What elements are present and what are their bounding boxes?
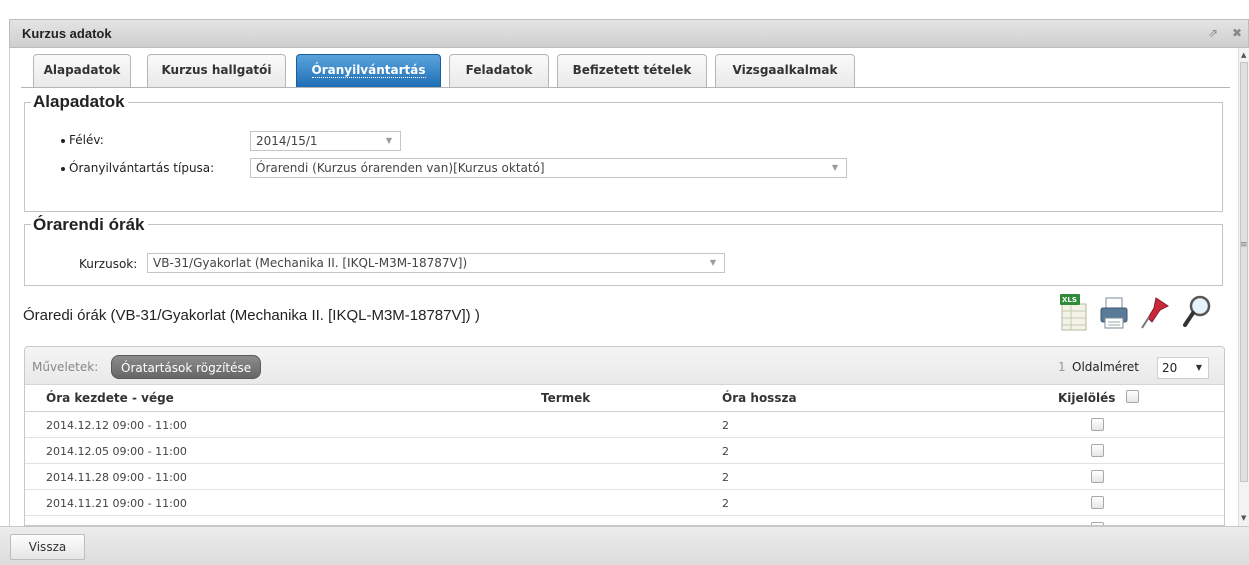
dialog-footer: Vissza: [0, 526, 1249, 565]
scrollbar-thumb[interactable]: [1240, 62, 1248, 482]
row-checkbox[interactable]: [1091, 470, 1104, 483]
tab-oranyilvantartas[interactable]: Óranyilvántartás: [296, 54, 441, 87]
table-row: 2014.11.28 09:00 - 11:00 2: [25, 464, 1224, 490]
felev-select[interactable]: 2014/15/1 ▼: [250, 131, 401, 151]
operations-label: Műveletek:: [32, 360, 99, 374]
tab-alapadatok[interactable]: Alapadatok: [33, 54, 131, 87]
column-header-length[interactable]: Óra hossza: [722, 391, 797, 405]
row-checkbox[interactable]: [1091, 418, 1104, 431]
row-checkbox[interactable]: [1091, 496, 1104, 509]
table-row-partial: [25, 516, 1224, 525]
column-header-rooms[interactable]: Termek: [541, 391, 590, 405]
chevron-down-icon: ▼: [831, 163, 838, 172]
row-time: 2014.11.28 09:00 - 11:00: [46, 471, 187, 484]
tab-kurzus-hallgatoi[interactable]: Kurzus hallgatói: [147, 54, 286, 87]
scroll-down-icon[interactable]: ▼: [1241, 514, 1246, 522]
table-row: 2014.12.05 09:00 - 11:00 2: [25, 438, 1224, 464]
tab-divider: [21, 87, 1230, 88]
column-header-select: Kijelölés: [1058, 391, 1116, 405]
page-size-label: Oldalméret: [1072, 360, 1139, 374]
page-size-select[interactable]: 20 ▼: [1157, 357, 1209, 379]
scroll-up-icon[interactable]: ▲: [1241, 51, 1246, 59]
alapadatok-fieldset: [24, 102, 1223, 212]
chevron-down-icon: ▼: [709, 258, 716, 267]
tipus-select[interactable]: Órarendi (Kurzus órarenden van)[Kurzus o…: [250, 158, 847, 178]
pin-icon[interactable]: [1138, 292, 1172, 332]
grid-toolbar: Műveletek: Óratartások rögzítése 1 Oldal…: [25, 347, 1224, 385]
row-length: 2: [722, 471, 729, 484]
tab-befizetett-tetelek[interactable]: Befizetett tételek: [557, 54, 707, 87]
hours-grid: Műveletek: Óratartások rögzítése 1 Oldal…: [24, 346, 1225, 526]
record-attendance-button[interactable]: Óratartások rögzítése: [111, 355, 262, 379]
close-icon[interactable]: ✖: [1232, 26, 1242, 40]
select-all-checkbox[interactable]: [1126, 390, 1139, 403]
popout-icon[interactable]: ⇗: [1208, 26, 1218, 40]
row-length: 2: [722, 497, 729, 510]
svg-text:XLS: XLS: [1062, 296, 1077, 304]
table-row: 2014.12.12 09:00 - 11:00 2: [25, 412, 1224, 438]
section-title: Óraredi órák (VB-31/Gyakorlat (Mechanika…: [23, 307, 480, 324]
kurzusok-label: Kurzusok:: [79, 257, 138, 271]
row-length: 2: [722, 445, 729, 458]
row-time: 2014.11.21 09:00 - 11:00: [46, 497, 187, 510]
tab-feladatok[interactable]: Feladatok: [449, 54, 549, 87]
row-checkbox[interactable]: [1091, 444, 1104, 457]
felev-label: Félév:: [61, 133, 104, 147]
scrollbar-grip-icon: ≡: [1240, 240, 1248, 250]
alapadatok-legend: Alapadatok: [31, 92, 128, 112]
kurzusok-select[interactable]: VB-31/Gyakorlat (Mechanika II. [IKQL-M3M…: [147, 253, 725, 273]
row-time: 2014.12.05 09:00 - 11:00: [46, 445, 187, 458]
back-button[interactable]: Vissza: [10, 534, 85, 560]
chevron-down-icon: ▼: [385, 136, 392, 145]
table-row: 2014.11.21 09:00 - 11:00 2: [25, 490, 1224, 516]
column-header-start-end[interactable]: Óra kezdete - vége: [46, 391, 174, 405]
search-icon[interactable]: [1180, 292, 1214, 332]
row-length: 2: [722, 419, 729, 432]
row-time: 2014.12.12 09:00 - 11:00: [46, 419, 187, 432]
page-number[interactable]: 1: [1058, 360, 1066, 374]
window-title: Kurzus adatok: [22, 26, 112, 41]
orarendi-legend: Órarendi órák: [31, 215, 148, 235]
vertical-scrollbar[interactable]: ▲ ≡ ▼: [1238, 48, 1249, 526]
print-icon[interactable]: [1097, 292, 1131, 332]
tipus-label: Óranyilvántartás típusa:: [61, 161, 214, 175]
window-titlebar: Kurzus adatok ⇗ ✖: [9, 19, 1249, 48]
chevron-down-icon: ▼: [1195, 363, 1202, 372]
xls-export-icon[interactable]: XLS: [1058, 292, 1092, 332]
tab-vizsgaalkalmak[interactable]: Vizsgaalkalmak: [715, 54, 855, 87]
